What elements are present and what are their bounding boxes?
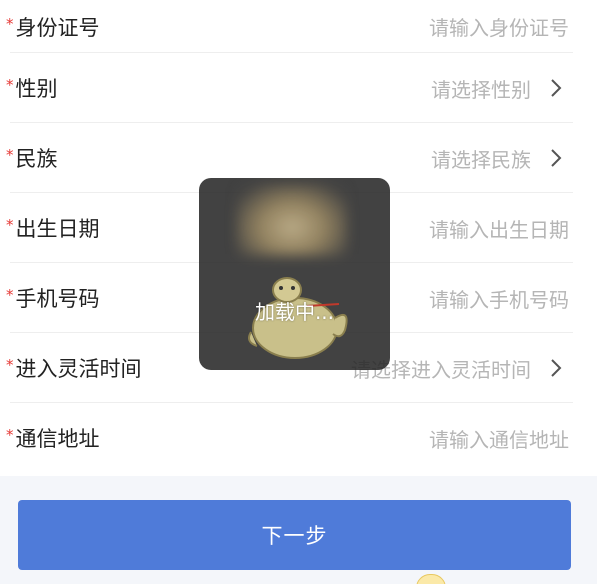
chevron-right-icon (551, 79, 562, 97)
required-mark: * (6, 286, 14, 304)
field-label-text: 进入灵活时间 (15, 357, 142, 381)
required-mark: * (6, 14, 14, 33)
phone-input[interactable]: 请输入手机号码 (429, 284, 569, 313)
required-mark: * (6, 146, 14, 164)
chevron-right-icon (551, 359, 562, 377)
loading-toast: 加载中... (199, 178, 390, 370)
placeholder-text: 请选择民族 (431, 147, 531, 172)
field-label-text: 手机号码 (15, 287, 100, 311)
field-gender[interactable]: * 性别 请选择性别 (0, 53, 597, 123)
field-label: * 民族 (6, 143, 58, 173)
next-step-button[interactable]: 下一步 (18, 500, 571, 570)
placeholder-text: 请输入出生日期 (429, 217, 569, 242)
page: * 身份证号 请输入身份证号 * 性别 请选择性别 * 民族 请选择民族 * 出… (0, 0, 597, 584)
required-mark: * (6, 76, 14, 94)
required-mark: * (6, 356, 14, 374)
required-mark: * (6, 216, 14, 234)
required-mark: * (6, 426, 14, 444)
field-label-text: 出生日期 (15, 217, 100, 241)
placeholder-text: 请选择性别 (431, 77, 531, 102)
field-label: * 手机号码 (6, 283, 100, 313)
placeholder-text: 请输入通信地址 (429, 427, 569, 452)
field-label-text: 通信地址 (15, 427, 100, 451)
ethnicity-select[interactable]: 请选择民族 (431, 144, 565, 173)
blurred-image (236, 184, 348, 256)
birth-date-input[interactable]: 请输入出生日期 (429, 214, 569, 243)
field-label-text: 性别 (15, 77, 58, 101)
field-label: * 通信地址 (6, 423, 100, 453)
field-label: * 身份证号 (6, 12, 100, 42)
placeholder-text: 请输入身份证号 (429, 16, 569, 40)
address-input[interactable]: 请输入通信地址 (429, 424, 569, 453)
placeholder-text: 请输入手机号码 (429, 287, 569, 312)
field-label: * 性别 (6, 73, 58, 103)
field-id-number[interactable]: * 身份证号 请输入身份证号 (0, 0, 597, 53)
field-address[interactable]: * 通信地址 请输入通信地址 (0, 403, 597, 473)
field-label: * 进入灵活时间 (6, 353, 142, 383)
chevron-right-icon (551, 149, 562, 167)
gender-select[interactable]: 请选择性别 (431, 74, 565, 103)
id-number-input[interactable]: 请输入身份证号 (429, 12, 569, 41)
loading-text: 加载中... (254, 300, 335, 324)
field-label: * 出生日期 (6, 213, 100, 243)
field-label-text: 身份证号 (15, 15, 100, 40)
field-label-text: 民族 (15, 147, 58, 171)
